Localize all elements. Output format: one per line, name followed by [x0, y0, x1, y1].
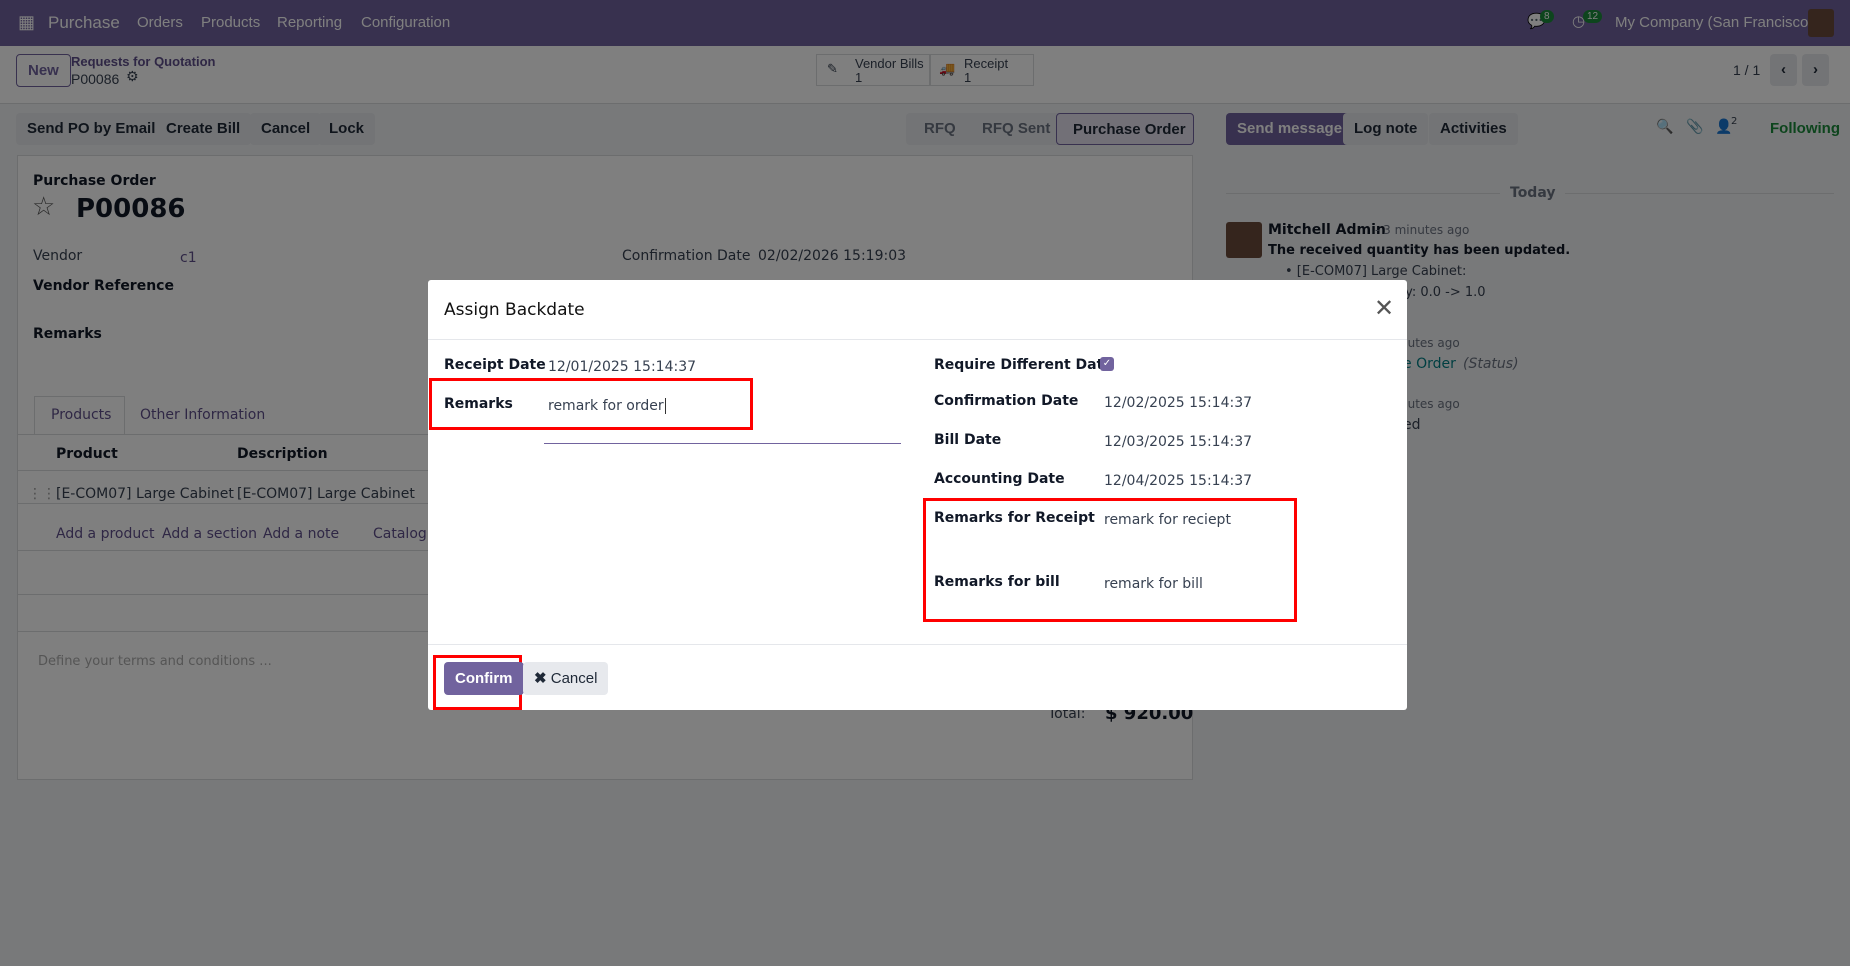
cancel-button[interactable]: ✖ Cancel: [523, 662, 609, 695]
require-different-date-label: Require Different Date: [934, 357, 1113, 373]
assign-backdate-dialog: Assign Backdate ✕ Receipt Date 12/01/202…: [428, 280, 1407, 710]
remarks-underline: [544, 443, 901, 444]
accounting-date-label: Accounting Date: [934, 471, 1065, 487]
confirmation-date-label: Confirmation Date: [934, 393, 1079, 409]
confirmation-date-field[interactable]: 12/02/2025 15:14:37: [1104, 395, 1252, 411]
accounting-date-field[interactable]: 12/04/2025 15:14:37: [1104, 473, 1252, 489]
close-icon: ✖: [534, 670, 551, 687]
close-icon[interactable]: ✕: [1374, 294, 1394, 322]
bill-date-field[interactable]: 12/03/2025 15:14:37: [1104, 434, 1252, 450]
remarks-receipt-label: Remarks for Receipt: [934, 510, 1095, 526]
bill-date-label: Bill Date: [934, 432, 1002, 448]
confirm-button[interactable]: Confirm: [444, 662, 524, 695]
remarks-input[interactable]: remark for order: [548, 398, 666, 414]
receipt-date-label: Receipt Date: [444, 357, 546, 373]
receipt-date-field[interactable]: 12/01/2025 15:14:37: [548, 359, 696, 375]
remarks-bill-label: Remarks for bill: [934, 574, 1060, 590]
remarks-label: Remarks: [444, 396, 513, 412]
dialog-title: Assign Backdate: [444, 300, 585, 320]
require-different-date-checkbox[interactable]: ✓: [1100, 357, 1114, 371]
remarks-receipt-input[interactable]: remark for reciept: [1104, 512, 1231, 528]
remarks-bill-input[interactable]: remark for bill: [1104, 576, 1203, 592]
